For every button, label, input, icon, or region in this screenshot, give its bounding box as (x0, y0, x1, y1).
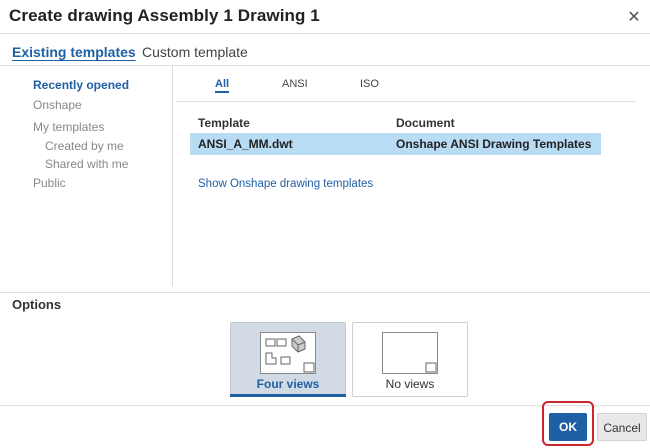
selected-indicator (230, 394, 346, 397)
title-divider (0, 33, 650, 34)
show-onshape-templates-link[interactable]: Show Onshape drawing templates (198, 178, 373, 190)
column-header-document: Document (396, 116, 455, 130)
tab-all[interactable]: All (215, 78, 229, 90)
option-four-views[interactable]: Four views (230, 322, 346, 397)
ok-button[interactable]: OK (549, 413, 587, 441)
sidebar-item-shared-with-me[interactable]: Shared with me (45, 157, 128, 171)
tab-iso[interactable]: ISO (360, 78, 379, 90)
document-name-cell: Onshape ANSI Drawing Templates (396, 137, 592, 151)
option-no-views[interactable]: No views (352, 322, 468, 397)
options-divider (0, 292, 650, 293)
template-sidebar: Recently opened Onshape My templates Cre… (0, 66, 173, 286)
tab-ansi[interactable]: ANSI (282, 78, 308, 90)
subtabs-divider (176, 101, 636, 102)
cancel-button[interactable]: Cancel (597, 413, 647, 441)
sidebar-item-created-by-me[interactable]: Created by me (45, 139, 124, 153)
sidebar-item-recently-opened[interactable]: Recently opened (33, 78, 129, 92)
dialog-title: Create drawing Assembly 1 Drawing 1 (9, 6, 320, 25)
four-views-icon (260, 332, 316, 374)
option-four-views-label: Four views (256, 377, 320, 391)
options-title: Options (12, 297, 62, 312)
template-name-cell: ANSI_A_MM.dwt (198, 137, 293, 151)
tab-custom-template[interactable]: Custom template (142, 44, 248, 60)
sidebar-item-public[interactable]: Public (33, 176, 66, 190)
column-header-template: Template (198, 116, 250, 130)
sidebar-item-my-templates[interactable]: My templates (33, 120, 104, 134)
sidebar-item-onshape[interactable]: Onshape (33, 98, 82, 112)
create-drawing-dialog: Create drawing Assembly 1 Drawing 1 ✕ Ex… (0, 0, 650, 448)
tab-existing-templates[interactable]: Existing templates (12, 44, 136, 60)
close-icon[interactable]: ✕ (626, 7, 642, 27)
no-views-icon (382, 332, 438, 374)
table-row[interactable]: ANSI_A_MM.dwt Onshape ANSI Drawing Templ… (190, 133, 601, 155)
option-no-views-label: No views (385, 377, 435, 391)
